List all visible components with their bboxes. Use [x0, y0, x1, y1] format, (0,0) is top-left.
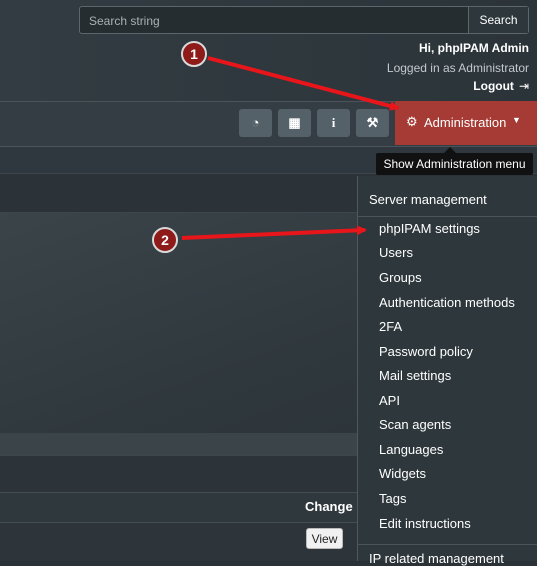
- annotation-badge-1: 1: [181, 41, 207, 67]
- annotation-badge-2: 2: [152, 227, 178, 253]
- annotation-arrow-2: [181, 225, 367, 240]
- annotation-arrows: [181, 56, 400, 240]
- annotation-arrow-1: [207, 56, 400, 111]
